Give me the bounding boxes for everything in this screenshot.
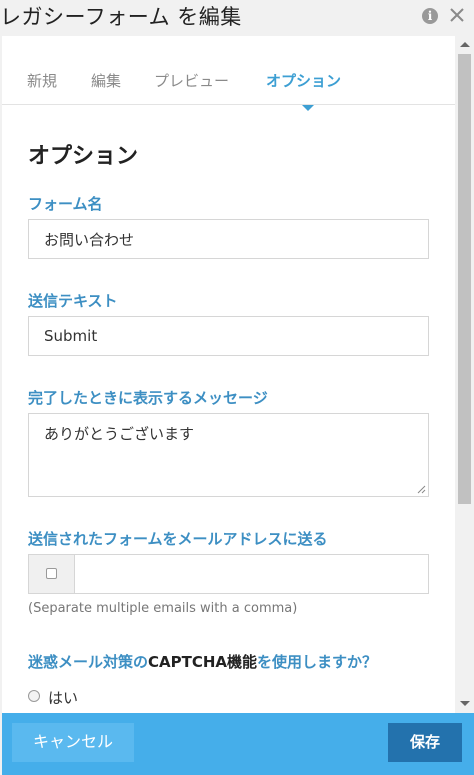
form-name-input[interactable] bbox=[28, 219, 429, 259]
active-tab-indicator bbox=[302, 105, 314, 111]
email-send-label: 送信されたフォームをメールアドレスに送る bbox=[28, 530, 328, 548]
tab-new[interactable]: 新規 bbox=[27, 70, 57, 91]
close-icon[interactable] bbox=[446, 4, 468, 26]
tab-options[interactable]: オプション bbox=[266, 70, 341, 91]
title-bar: レガシーフォーム を編集 i bbox=[0, 0, 474, 34]
scroll-down-arrow-icon[interactable] bbox=[460, 701, 470, 706]
completion-message-textarea[interactable]: ありがとうございます bbox=[28, 413, 429, 497]
page-title: オプション bbox=[28, 144, 139, 169]
resize-handle-icon[interactable] bbox=[417, 485, 426, 494]
info-icon[interactable]: i bbox=[422, 8, 438, 24]
submit-text-label: 送信テキスト bbox=[28, 292, 118, 310]
scroll-up-arrow-icon[interactable] bbox=[460, 42, 470, 47]
email-input-group bbox=[28, 554, 429, 594]
tab-preview[interactable]: プレビュー bbox=[154, 70, 229, 91]
vertical-scrollbar[interactable] bbox=[456, 36, 474, 713]
tab-edit[interactable]: 編集 bbox=[91, 70, 121, 91]
captcha-label-prefix: 迷惑メール対策の bbox=[28, 653, 149, 671]
email-address-input[interactable] bbox=[76, 555, 428, 593]
scroll-thumb[interactable] bbox=[458, 54, 471, 504]
completion-message-label: 完了したときに表示するメッセージ bbox=[28, 389, 268, 407]
footer-bar: キャンセル 保存 bbox=[2, 713, 474, 775]
captcha-yes-radio[interactable] bbox=[28, 690, 40, 702]
email-hint: (Separate multiple emails with a comma) bbox=[28, 601, 298, 616]
captcha-yes-label: はい bbox=[48, 689, 79, 707]
email-checkbox-addon bbox=[29, 555, 75, 593]
save-button[interactable]: 保存 bbox=[388, 723, 462, 762]
captcha-label-term: CAPTCHA機能 bbox=[148, 653, 258, 671]
captcha-label: 迷惑メール対策のCAPTCHA機能を使用しますか？ bbox=[28, 651, 377, 672]
captcha-label-suffix: を使用しますか？ bbox=[257, 653, 378, 671]
completion-message-text: ありがとうございます bbox=[44, 425, 195, 443]
options-panel: 新規 編集 プレビュー オプション オプション フォーム名 送信テキスト 完了し… bbox=[2, 36, 455, 713]
submit-text-input[interactable] bbox=[28, 316, 429, 356]
form-name-label: フォーム名 bbox=[28, 195, 103, 213]
email-send-checkbox[interactable] bbox=[46, 568, 57, 579]
tab-bar: 新規 編集 プレビュー オプション bbox=[2, 36, 455, 111]
window-title: レガシーフォーム を編集 bbox=[0, 5, 242, 29]
cancel-button[interactable]: キャンセル bbox=[12, 723, 134, 762]
